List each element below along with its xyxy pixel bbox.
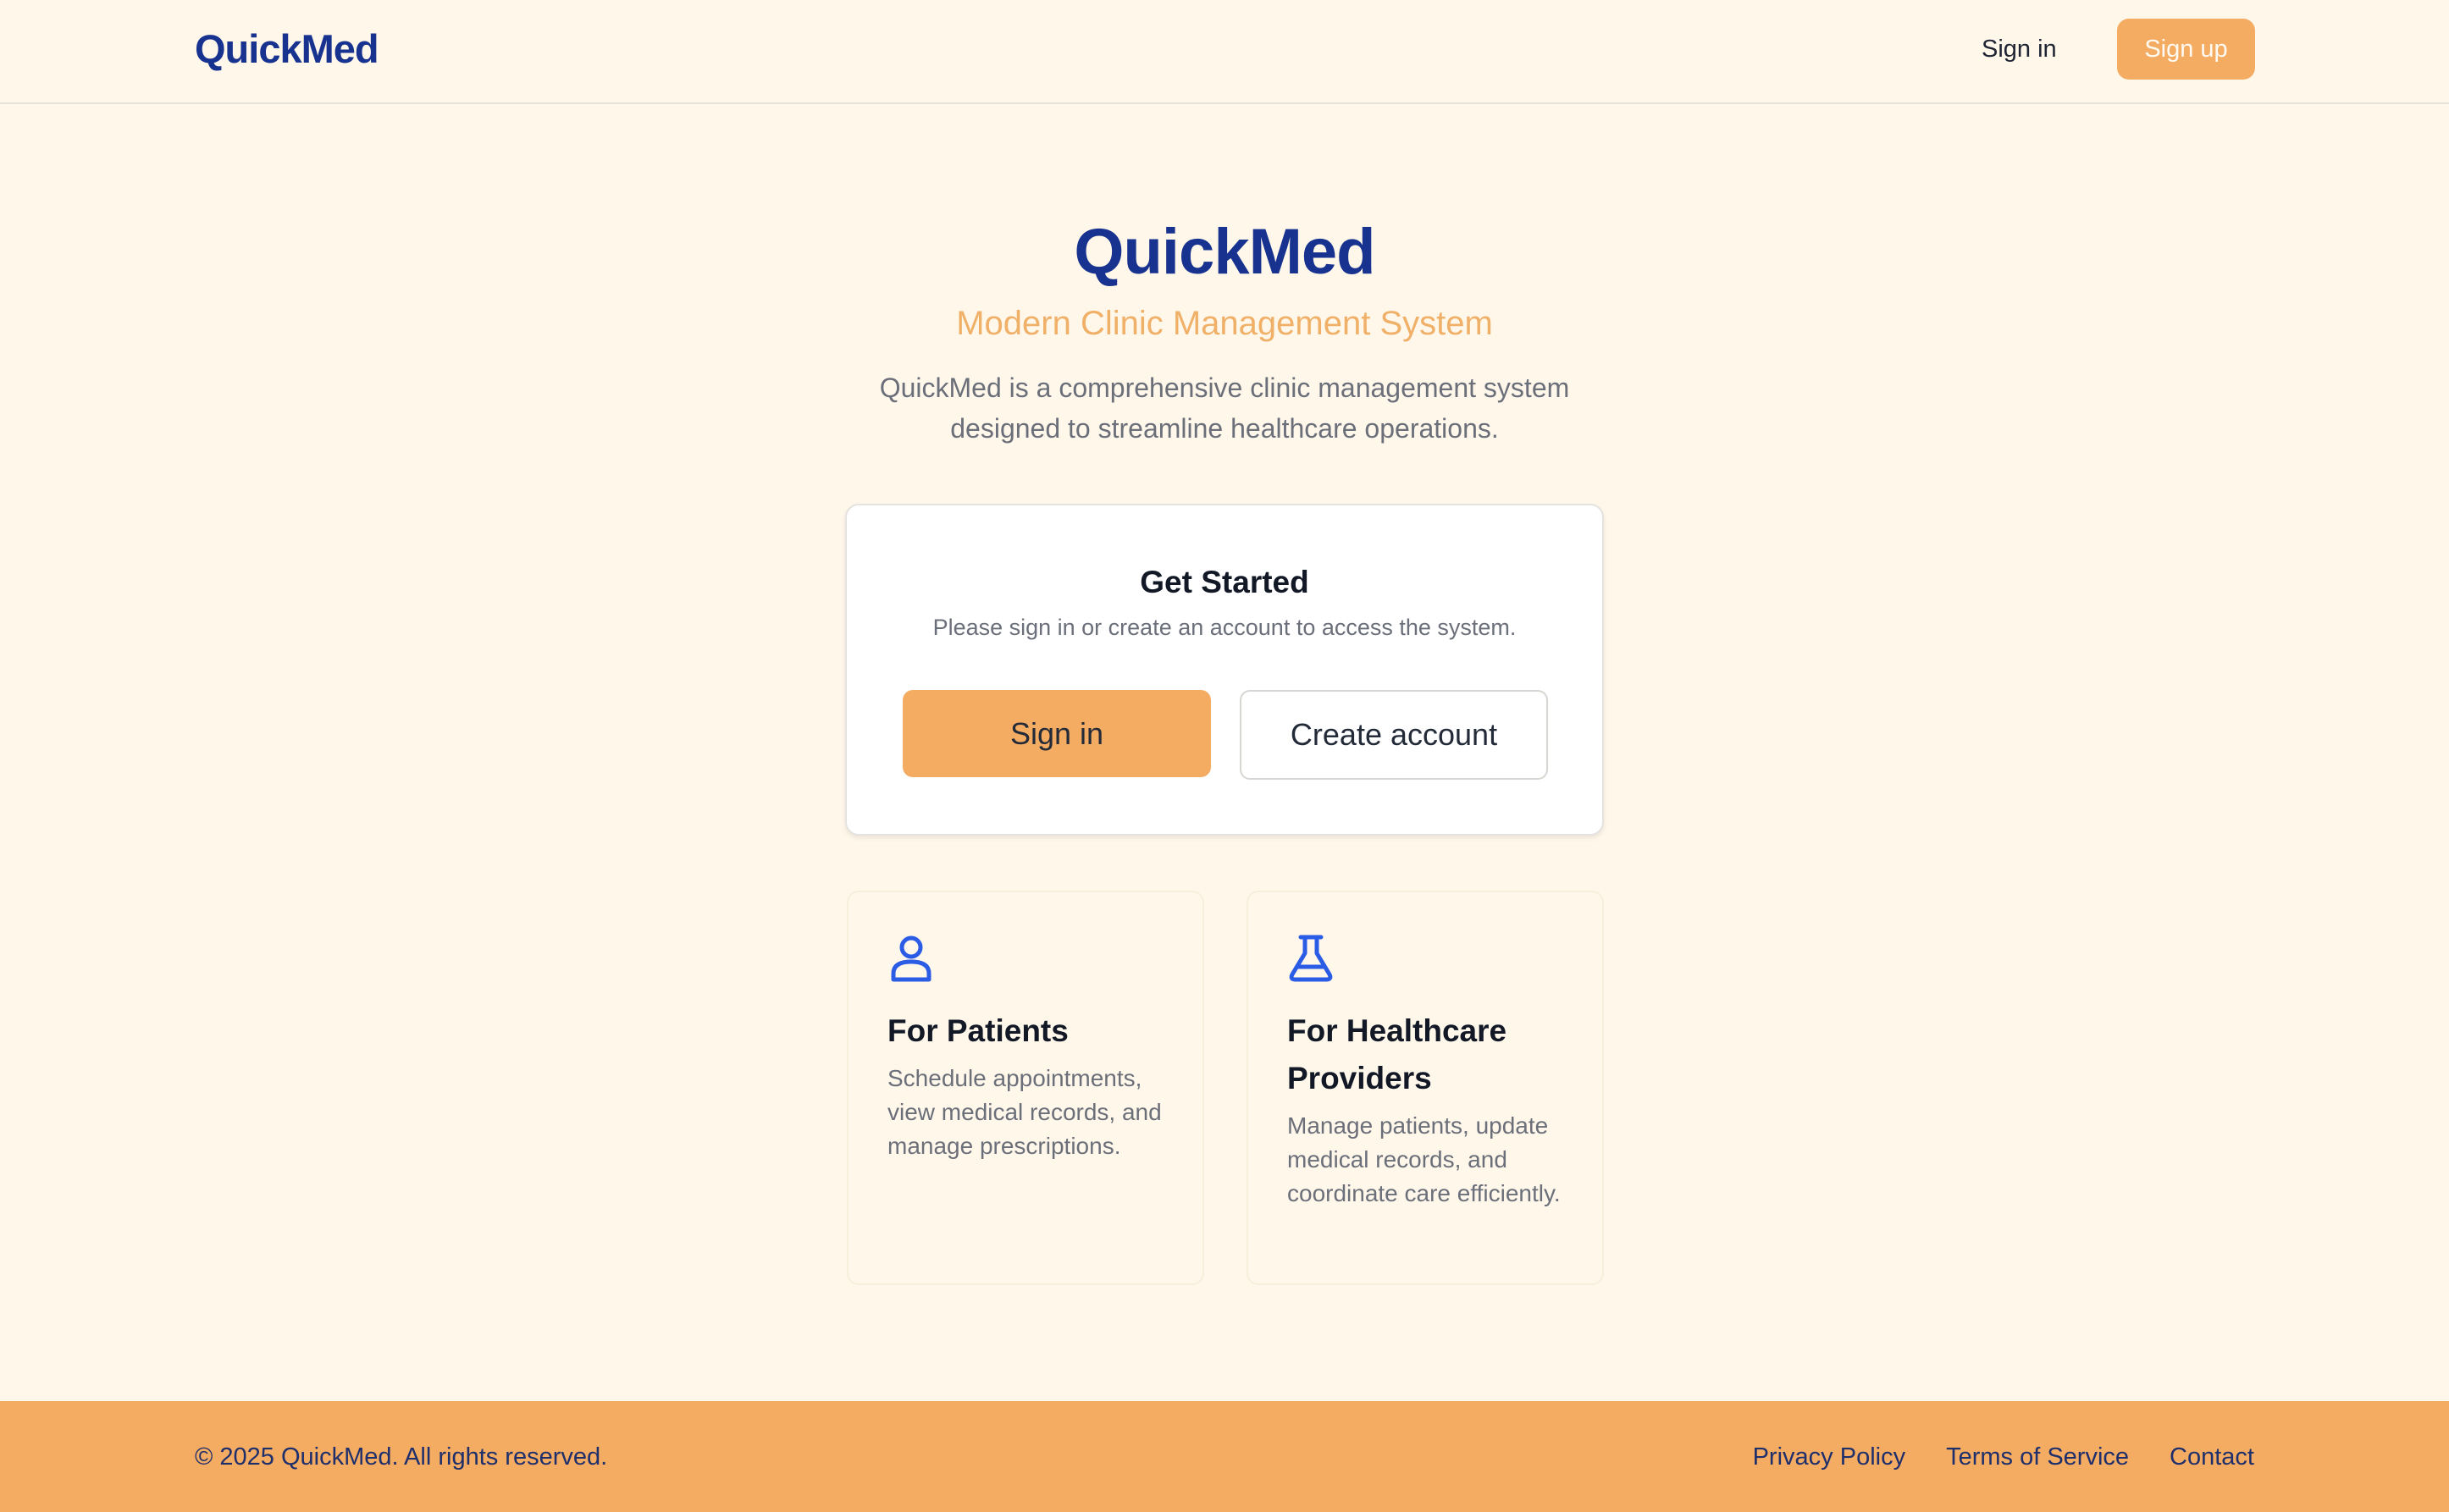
- feature-card-providers: For Healthcare Providers Manage patients…: [1247, 891, 1604, 1285]
- hero-description: QuickMed is a comprehensive clinic manag…: [879, 372, 1570, 444]
- hero-subtitle: Modern Clinic Management System: [956, 305, 1493, 342]
- feature-title: For Healthcare Providers: [1287, 1013, 1507, 1095]
- header-logo[interactable]: QuickMed: [195, 24, 379, 74]
- footer-copyright: © 2025 QuickMed. All rights reserved.: [195, 1443, 608, 1471]
- landing-page: QuickMed Sign in Sign up QuickMed Modern…: [0, 0, 2449, 1512]
- get-started-title: Get Started: [1140, 565, 1309, 599]
- footer: © 2025 QuickMed. All rights reserved. Pr…: [0, 1401, 2449, 1512]
- header-signin-link[interactable]: Sign in: [1982, 30, 2057, 68]
- footer-link-terms[interactable]: Terms of Service: [1946, 1440, 2129, 1474]
- feature-text: Schedule appointments, view medical reco…: [887, 1065, 1162, 1159]
- feature-title: For Patients: [887, 1013, 1069, 1048]
- user-icon: [891, 935, 932, 982]
- create-account-button[interactable]: Create account: [1240, 690, 1548, 780]
- hero-title: QuickMed: [1074, 216, 1375, 288]
- signin-button[interactable]: Sign in: [903, 690, 1211, 777]
- top-nav: QuickMed Sign in Sign up: [0, 0, 2449, 104]
- feature-text: Manage patients, update medical records,…: [1287, 1112, 1561, 1206]
- flask-icon: [1289, 935, 1333, 982]
- feature-card-patients: For Patients Schedule appointments, view…: [847, 891, 1204, 1285]
- footer-links: Privacy Policy Terms of Service Contact: [1753, 1440, 2254, 1474]
- footer-link-contact[interactable]: Contact: [2170, 1440, 2254, 1474]
- header-signup-button[interactable]: Sign up: [2117, 19, 2255, 80]
- footer-link-privacy[interactable]: Privacy Policy: [1753, 1440, 1906, 1474]
- get-started-text: Please sign in or create an account to a…: [932, 615, 1517, 640]
- get-started-card: Get Started Please sign in or create an …: [845, 504, 1604, 836]
